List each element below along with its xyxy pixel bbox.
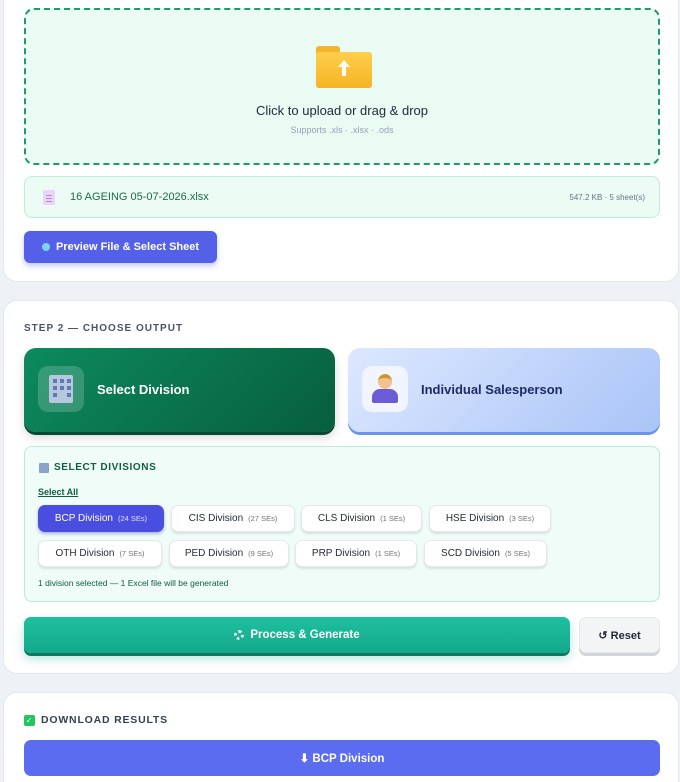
download-card: ✓ DOWNLOAD RESULTS ⬇ BCP Division xyxy=(3,692,679,782)
chip-label: BCP Division xyxy=(54,513,113,524)
chip-count: (1 SEs) xyxy=(375,549,401,558)
option-label: Individual Salesperson xyxy=(421,382,563,397)
download-heading-text: DOWNLOAD RESULTS xyxy=(41,714,168,726)
divisions-heading-text: SELECT DIVISIONS xyxy=(54,462,157,473)
download-bcp-button[interactable]: ⬇ BCP Division xyxy=(24,740,660,776)
building-icon xyxy=(39,462,49,473)
chip-label: PRP Division xyxy=(311,548,371,559)
chip-label: HSE Division xyxy=(445,513,505,524)
division-chip-bcp[interactable]: BCP Division (24 SEs) xyxy=(38,505,164,532)
chip-count: (9 SEs) xyxy=(248,549,274,558)
division-chip-cis[interactable]: CIS Division (27 SEs) xyxy=(171,505,295,532)
process-button-label: Process & Generate xyxy=(250,629,360,641)
gear-icon xyxy=(234,630,245,640)
dropzone-title: Click to upload or drag & drop xyxy=(256,103,428,118)
dropzone-supported-formats: Supports .xls · .xlsx · .ods xyxy=(290,125,394,135)
file-name: 16 AGEING 05-07-2026.xlsx xyxy=(70,191,209,203)
chip-label: CIS Division xyxy=(188,513,244,524)
select-all-link[interactable]: Select All xyxy=(38,487,78,497)
division-chip-cls[interactable]: CLS Division (1 SEs) xyxy=(301,505,422,532)
division-chip-prp[interactable]: PRP Division (1 SEs) xyxy=(295,540,417,567)
upload-card: Click to upload or drag & drop Supports … xyxy=(3,0,679,282)
folder-upload-icon xyxy=(316,46,372,90)
reset-button[interactable]: ↺ Reset xyxy=(579,617,660,653)
process-generate-button[interactable]: Process & Generate xyxy=(24,617,570,653)
file-icon xyxy=(43,190,55,205)
preview-button-label: Preview File & Select Sheet xyxy=(55,241,200,253)
chip-label: OTH Division xyxy=(55,548,115,559)
preview-icon xyxy=(41,243,50,251)
file-dropzone[interactable]: Click to upload or drag & drop Supports … xyxy=(24,8,660,165)
chip-label: CLS Division xyxy=(317,513,376,524)
step2-card: STEP 2 — CHOOSE OUTPUT Select Division I… xyxy=(3,300,679,674)
division-chip-scd[interactable]: SCD Division (5 SEs) xyxy=(424,540,547,567)
chip-count: (1 SEs) xyxy=(380,514,406,523)
option-individual-salesperson[interactable]: Individual Salesperson xyxy=(348,348,660,432)
chip-count: (24 SEs) xyxy=(117,514,148,523)
division-chip-hse[interactable]: HSE Division (3 SEs) xyxy=(429,505,551,532)
chip-count: (5 SEs) xyxy=(504,549,530,558)
chip-label: SCD Division xyxy=(441,548,500,559)
office-building-icon xyxy=(38,366,84,412)
download-heading: ✓ DOWNLOAD RESULTS xyxy=(24,714,168,726)
selection-status: 1 division selected — 1 Excel file will … xyxy=(38,578,229,588)
chip-count: (27 SEs) xyxy=(248,514,278,523)
option-label: Select Division xyxy=(97,382,190,397)
divisions-heading: SELECT DIVISIONS xyxy=(39,462,156,473)
division-selector: SELECT DIVISIONS Select All BCP Division… xyxy=(24,446,660,602)
file-meta: 547.2 KB · 5 sheet(s) xyxy=(569,193,645,202)
chip-label: PED Division xyxy=(184,548,244,559)
step2-title: STEP 2 — CHOOSE OUTPUT xyxy=(24,323,184,334)
option-select-division[interactable]: Select Division xyxy=(24,348,335,432)
division-chip-ped[interactable]: PED Division (9 SEs) xyxy=(169,540,289,567)
chip-count: (3 SEs) xyxy=(509,514,535,523)
division-chip-oth[interactable]: OTH Division (7 SEs) xyxy=(38,540,162,567)
preview-file-button[interactable]: Preview File & Select Sheet xyxy=(24,231,217,263)
selected-file: 16 AGEING 05-07-2026.xlsx 547.2 KB · 5 s… xyxy=(24,176,660,218)
salesperson-icon xyxy=(362,366,408,412)
chip-count: (7 SEs) xyxy=(119,549,145,558)
check-icon: ✓ xyxy=(24,714,35,726)
